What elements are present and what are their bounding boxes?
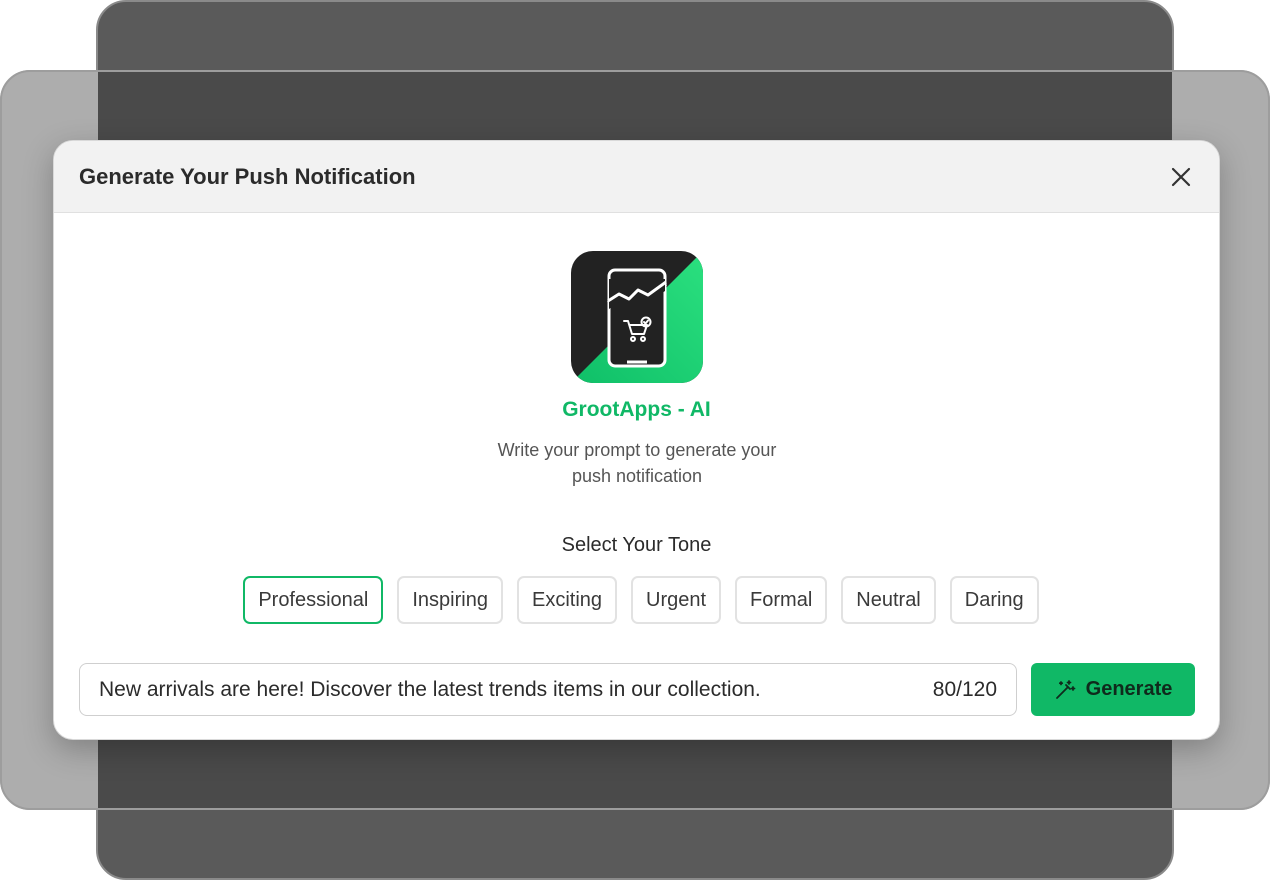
generate-label: Generate (1085, 678, 1173, 700)
close-icon (1171, 167, 1191, 186)
magic-wand-icon (1055, 679, 1076, 699)
prompt-text[interactable]: New arrivals are here! Discover the late… (99, 678, 761, 702)
tone-urgent-button[interactable]: Urgent (631, 576, 722, 624)
tone-exciting-button[interactable]: Exciting (516, 576, 618, 624)
subtitle-line-2: push notification (571, 466, 703, 486)
character-count: 80/120 (932, 677, 997, 701)
tone-options: Professional Inspiring Exciting Urgent F… (54, 576, 1219, 624)
tone-daring-button[interactable]: Daring (949, 576, 1039, 624)
tone-neutral-button[interactable]: Neutral (841, 576, 936, 624)
modal-header: Generate Your Push Notification (54, 141, 1219, 213)
tone-formal-button[interactable]: Formal (735, 576, 828, 624)
tone-professional-button[interactable]: Professional (243, 576, 384, 624)
prompt-input[interactable]: New arrivals are here! Discover the late… (79, 663, 1017, 716)
generate-button[interactable]: Generate (1031, 663, 1195, 716)
app-name: GrootApps - AI (562, 398, 711, 421)
subtitle-line-1: Write your prompt to generate your (497, 440, 777, 460)
close-button[interactable] (1167, 163, 1195, 191)
subtitle: Write your prompt to generate your push … (437, 437, 837, 489)
tone-inspiring-button[interactable]: Inspiring (397, 576, 503, 624)
tone-label: Select Your Tone (561, 534, 712, 556)
phone-chart-cart-icon (571, 251, 703, 383)
push-notification-modal: Generate Your Push Notification GrootApp… (53, 140, 1220, 740)
modal-title: Generate Your Push Notification (79, 163, 416, 189)
app-logo (571, 251, 703, 383)
